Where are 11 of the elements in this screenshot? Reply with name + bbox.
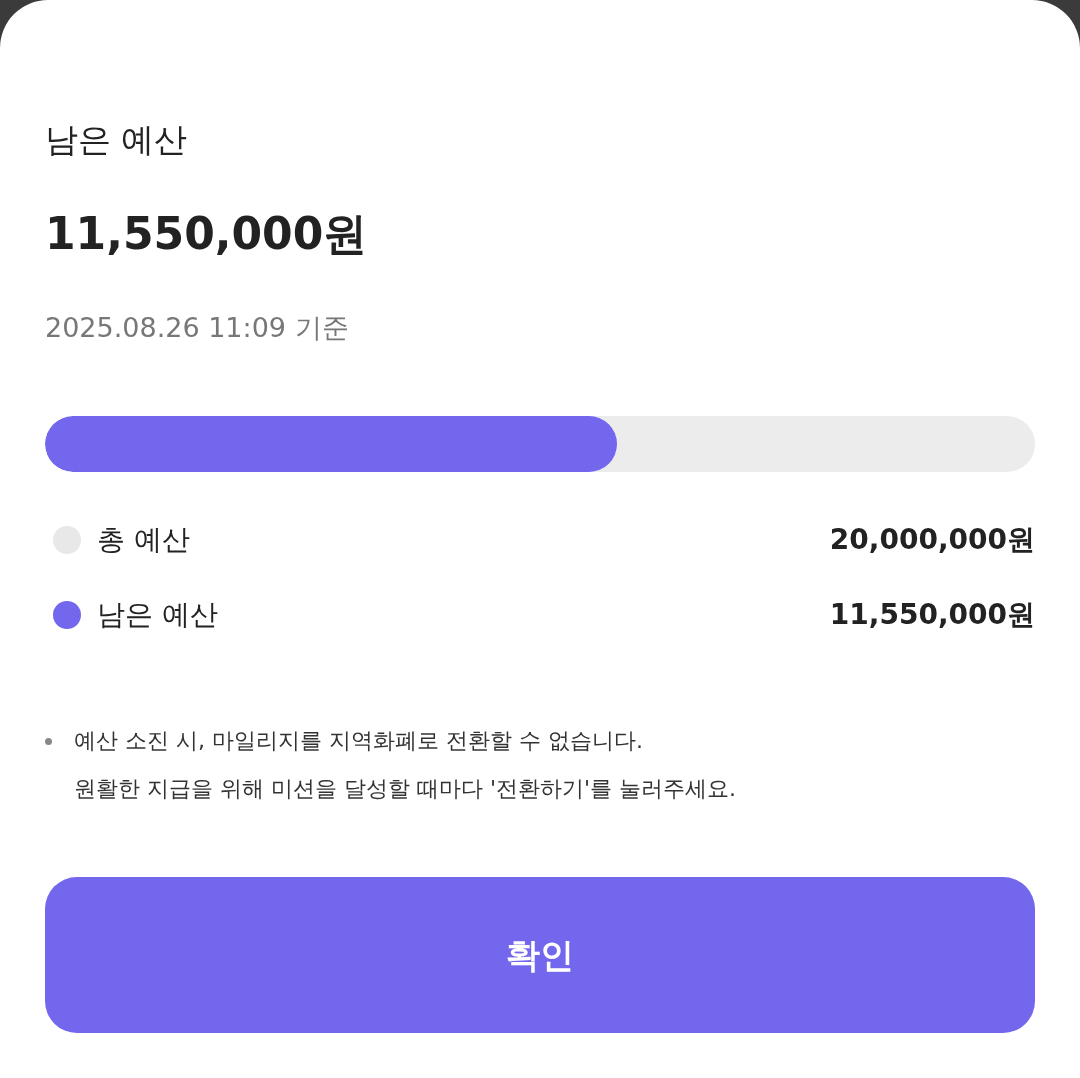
notice-text: 원활한 지급을 위해 미션을 달성할 때마다 '전환하기'를 눌러주세요. [74,775,737,804]
as-of-timestamp: 2025.08.26 11:09 기준 [45,311,350,345]
legend-label: 남은 예산 [97,597,218,634]
legend-value: 11,550,000원 [829,597,1035,634]
notice-text: 예산 소진 시, 마일리지를 지역화폐로 전환할 수 없습니다. [74,727,643,756]
confirm-button[interactable]: 확인 [45,877,1035,1034]
legend-value: 20,000,000원 [829,522,1035,559]
budget-title: 남은 예산 [45,120,189,160]
bullet-icon [45,738,52,745]
legend-label: 총 예산 [97,522,190,559]
remaining-amount: 11,550,000원 [45,209,369,258]
